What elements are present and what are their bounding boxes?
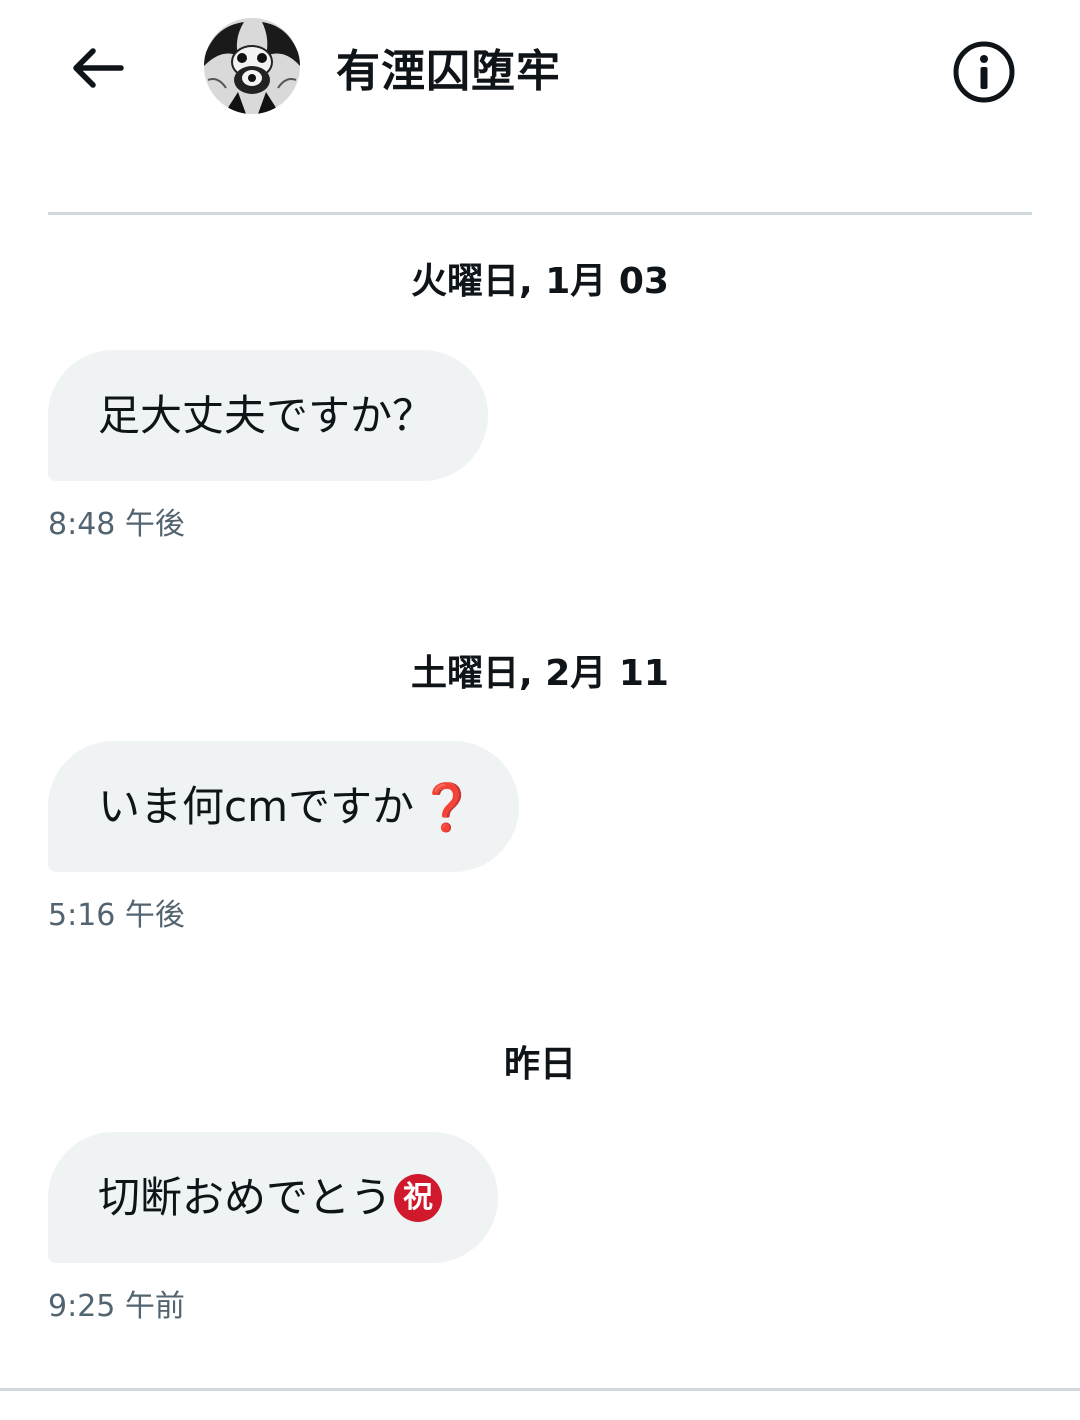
message-bubble[interactable]: いま何cmですか ❓ [48,741,519,872]
question-mark-emoji: ❓ [418,779,476,834]
arrow-left-icon [73,48,124,88]
dm-conversation-screen: 有湮囚堕牢 火曜日, 1月 03 足大丈夫ですか？ 8:48 午後 土曜日, 2… [0,0,1080,1420]
contact-avatar-image [204,18,300,114]
message-bubble[interactable]: 切断おめでとう祝 [48,1132,498,1263]
congratulation-emoji: 祝 [394,1173,443,1222]
message-timestamp: 9:25 午前 [48,1289,185,1324]
contact-name[interactable]: 有湮囚堕牢 [336,44,561,100]
message-timestamp: 8:48 午後 [48,507,185,542]
message-text: 足大丈夫ですか？ [98,390,435,440]
date-separator: 土曜日, 2月 11 [411,653,669,694]
conversation-header: 有湮囚堕牢 [0,0,1080,140]
message-text: いま何cmですか [98,781,415,831]
date-separator: 昨日 [503,1044,576,1085]
back-button[interactable] [62,38,132,98]
composer-divider [0,1388,1080,1391]
date-separator: 火曜日, 1月 03 [411,261,669,302]
message-timestamp: 5:16 午後 [48,898,185,933]
avatar[interactable] [204,18,300,114]
header-divider [48,212,1032,215]
info-circle-icon [953,41,1015,103]
message-bubble[interactable]: 足大丈夫ですか？ [48,350,488,481]
info-button[interactable] [948,36,1020,108]
message-text: 切断おめでとう [98,1172,393,1222]
